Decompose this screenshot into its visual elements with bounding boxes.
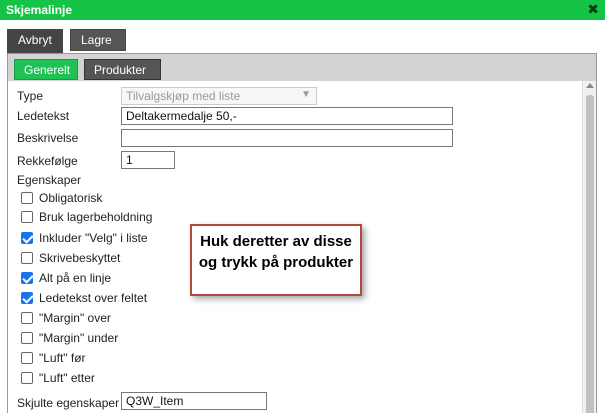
dialog-title: Skjemalinje <box>6 3 73 17</box>
checkbox-box[interactable] <box>21 292 33 304</box>
skjulte-egenskaper-input[interactable] <box>121 392 267 410</box>
checkbox-box[interactable] <box>21 272 33 284</box>
beskrivelse-input[interactable] <box>121 129 453 147</box>
checkbox-label: Skrivebeskyttet <box>39 251 121 265</box>
type-select-value: Tilvalgskjøp med liste <box>126 89 241 103</box>
egenskaper-label: Egenskaper <box>17 173 82 187</box>
chevron-down-icon: ▼ <box>301 89 311 100</box>
skjulte-egenskaper-label: Skjulte egenskaper <box>17 396 120 410</box>
checkbox-box[interactable] <box>21 192 33 204</box>
rekkefolge-label: Rekkefølge <box>17 154 78 168</box>
checkbox-box[interactable] <box>21 352 33 364</box>
checkbox-box[interactable] <box>21 332 33 344</box>
scroll-thumb[interactable] <box>586 95 594 413</box>
checkbox-box[interactable] <box>21 252 33 264</box>
checkbox-box[interactable] <box>21 312 33 324</box>
dialog-body: Avbryt Lagre Generelt Produkter Type Til… <box>0 20 605 413</box>
checkbox-box[interactable] <box>21 211 33 223</box>
instruction-callout: Huk deretter av disse og trykk på produk… <box>190 224 362 296</box>
tab-bar: Generelt Produkter <box>8 54 596 81</box>
checkbox-box[interactable] <box>21 232 33 244</box>
type-select[interactable]: Tilvalgskjøp med liste ▼ <box>121 87 317 105</box>
dialog-titlebar: Skjemalinje ✖ <box>0 0 605 20</box>
vertical-scrollbar[interactable] <box>582 81 596 413</box>
checkbox-label: Alt på en linje <box>39 271 112 285</box>
beskrivelse-label: Beskrivelse <box>17 131 79 145</box>
save-button[interactable]: Lagre <box>70 29 126 51</box>
scroll-up-icon[interactable] <box>586 83 594 88</box>
checkbox-label: Bruk lagerbeholdning <box>39 210 153 224</box>
close-icon[interactable]: ✖ <box>587 1 599 18</box>
tab-produkter[interactable]: Produkter <box>84 59 161 80</box>
checkbox-box[interactable] <box>21 372 33 384</box>
checkbox-label: "Margin" under <box>39 331 119 345</box>
ledetekst-label: Ledetekst <box>17 109 70 123</box>
checkbox-label: "Luft" før <box>39 351 86 365</box>
cancel-button[interactable]: Avbryt <box>7 29 63 53</box>
checkbox-label: Inkluder "Velg" i liste <box>39 231 148 245</box>
rekkefolge-input[interactable] <box>121 151 175 169</box>
checkbox-label: Obligatorisk <box>39 191 103 205</box>
type-label: Type <box>17 89 44 103</box>
checkbox-label: "Margin" over <box>39 311 111 325</box>
tab-generelt[interactable]: Generelt <box>14 59 78 80</box>
checkbox-label: Ledetekst over feltet <box>39 291 148 305</box>
ledetekst-input[interactable] <box>121 107 453 125</box>
checkbox-label: "Luft" etter <box>39 371 95 385</box>
